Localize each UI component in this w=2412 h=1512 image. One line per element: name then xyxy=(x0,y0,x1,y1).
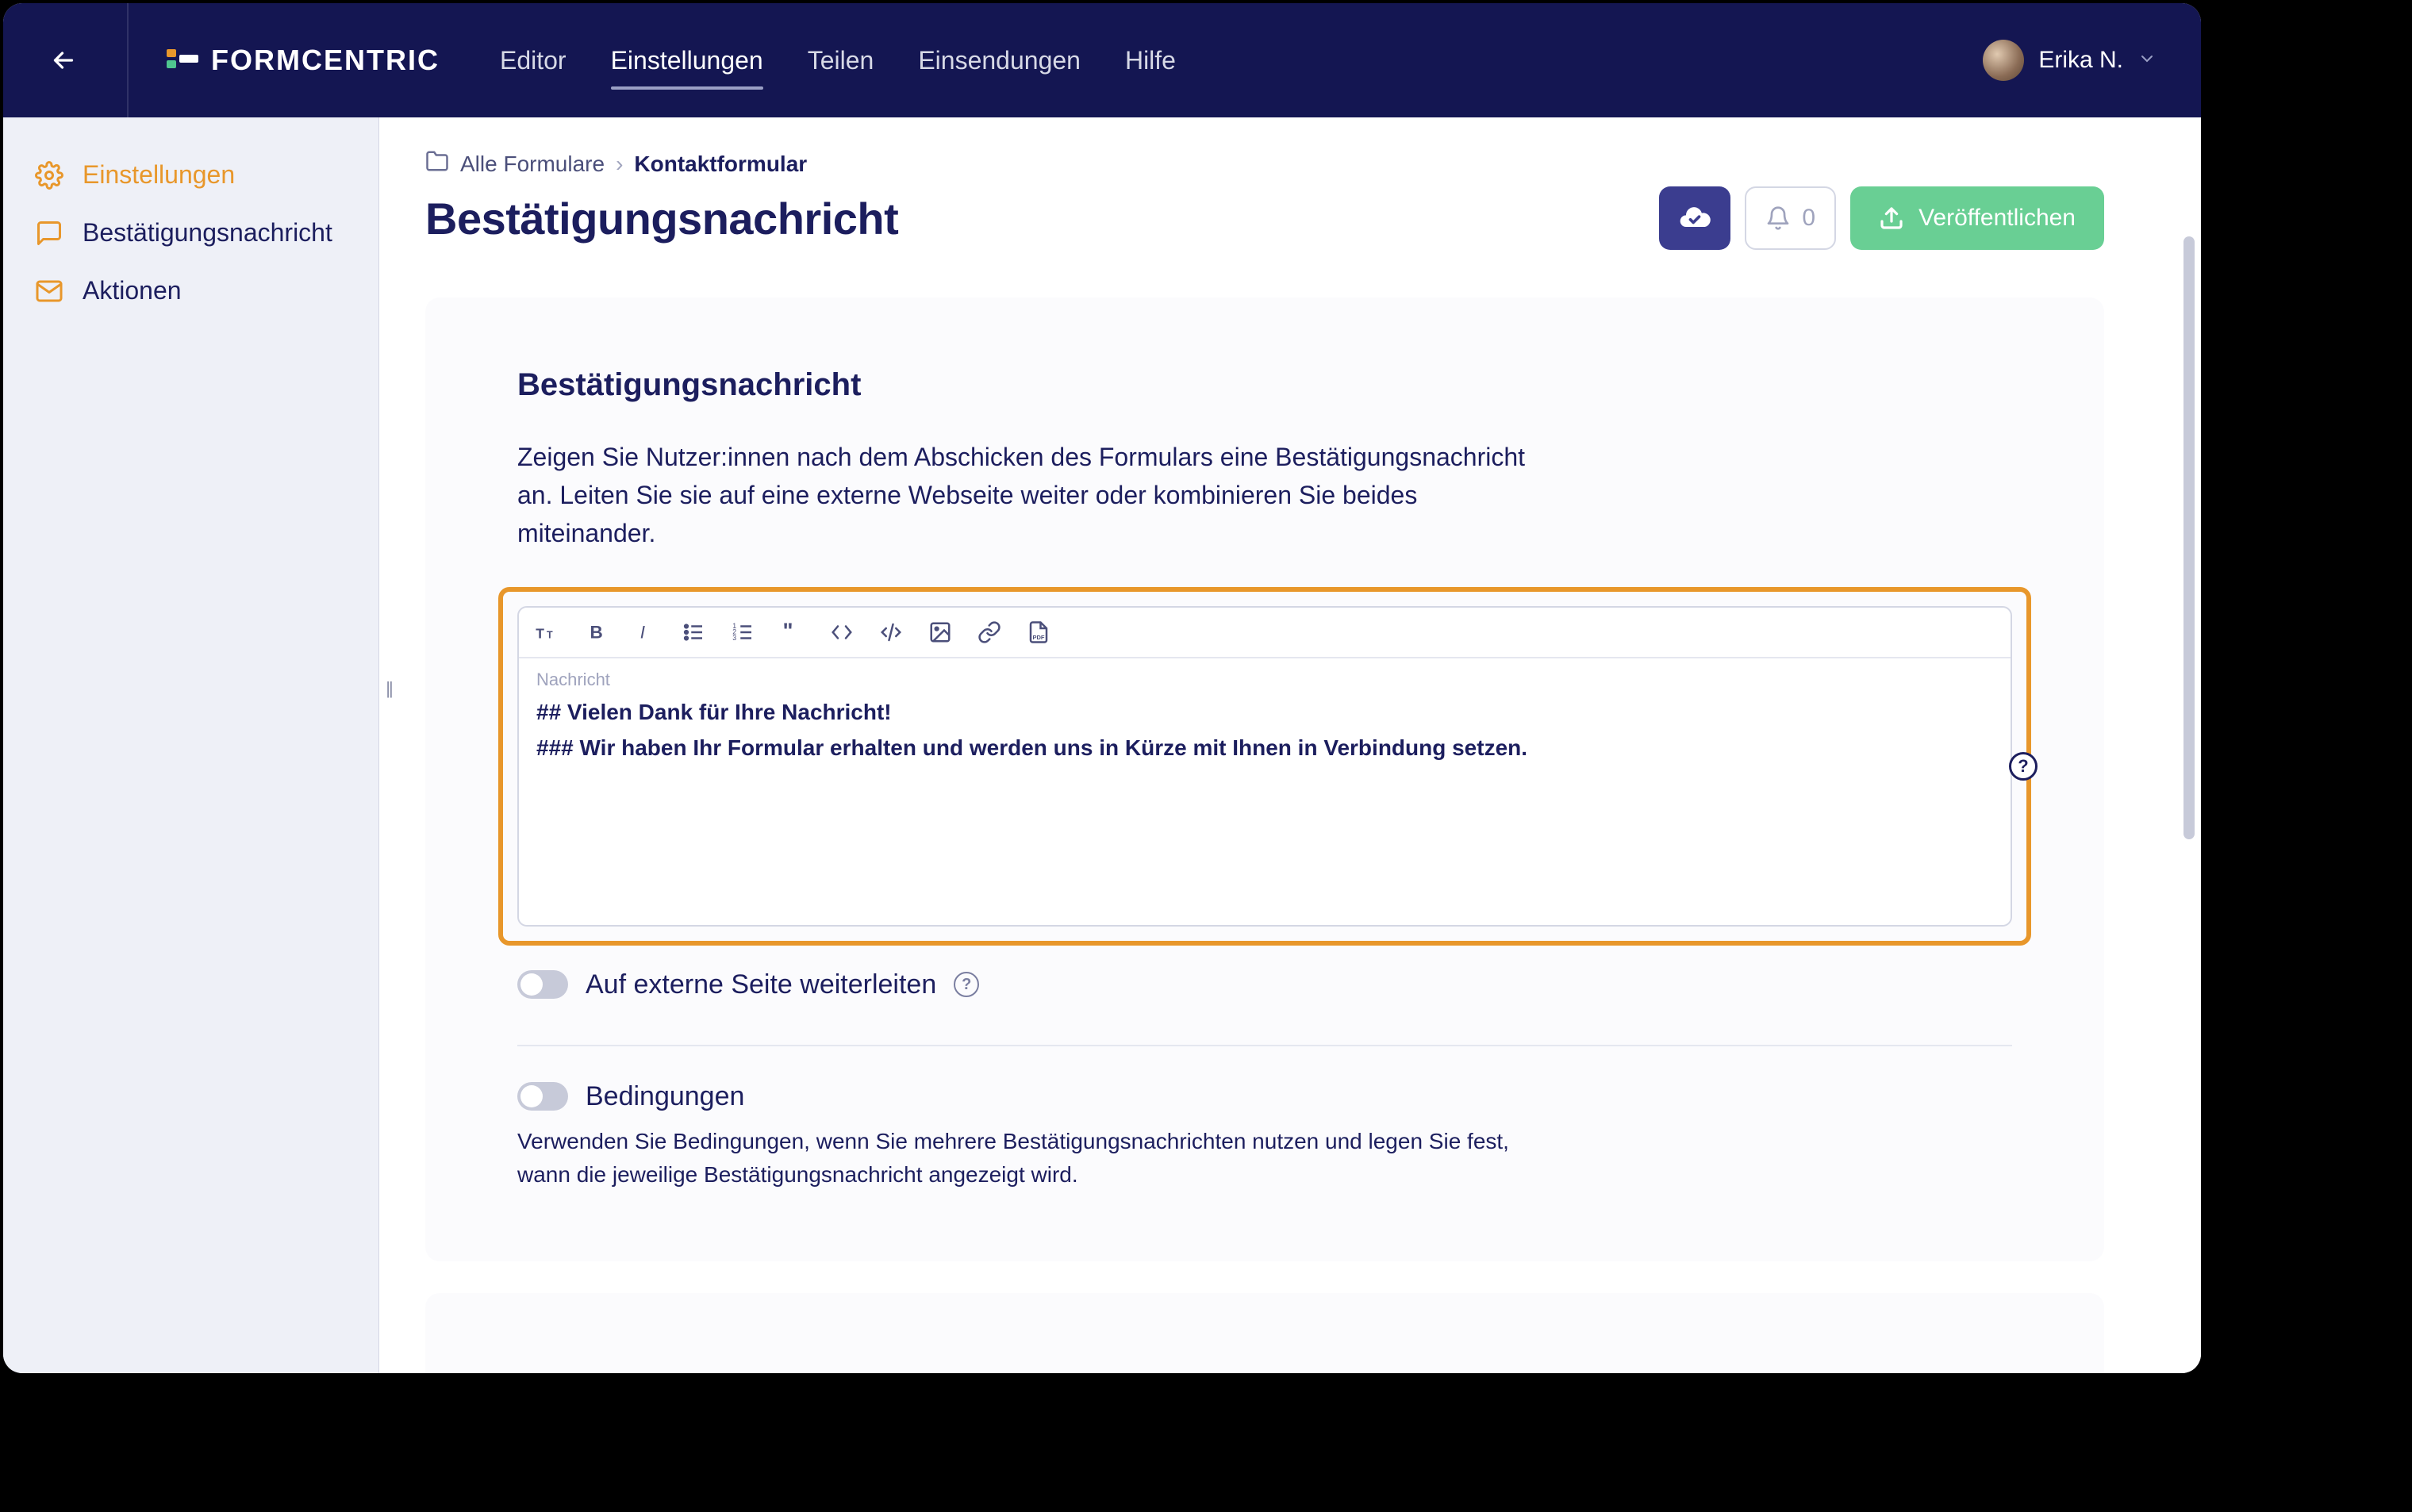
scrollbar-track xyxy=(2183,236,2196,1365)
bell-icon xyxy=(1765,205,1791,231)
sidebar-item-actions[interactable]: Aktionen xyxy=(3,262,378,320)
back-button[interactable] xyxy=(38,35,89,86)
sidebar-item-settings[interactable]: Einstellungen xyxy=(3,146,378,204)
svg-text:T: T xyxy=(536,626,544,642)
numbered-list-button[interactable]: 123 xyxy=(730,619,757,646)
quote-button[interactable]: " xyxy=(779,619,806,646)
sidebar-item-confirmation[interactable]: Bestätigungsnachricht xyxy=(3,204,378,262)
svg-text:PDF: PDF xyxy=(1033,634,1045,641)
publish-label: Veröffentlichen xyxy=(1918,205,2076,232)
main-content: Alle Formulare › Kontaktformular Bestäti… xyxy=(379,117,2201,1373)
editor-placeholder-label: Nachricht xyxy=(536,670,1993,690)
top-bar: FORMCENTRIC Editor Einstellungen Teilen … xyxy=(3,3,2201,117)
tab-help[interactable]: Hilfe xyxy=(1125,40,1176,82)
conditions-toggle-row: Bedingungen xyxy=(517,1081,2012,1112)
gear-icon xyxy=(35,161,63,190)
sidebar: Einstellungen Bestätigungsnachricht Akti… xyxy=(3,117,379,1373)
link-button[interactable] xyxy=(976,619,1003,646)
pdf-button[interactable]: PDF xyxy=(1025,619,1052,646)
svg-text:": " xyxy=(783,620,793,643)
tab-share[interactable]: Teilen xyxy=(808,40,874,82)
tab-settings[interactable]: Einstellungen xyxy=(611,40,763,82)
scrollbar-thumb[interactable] xyxy=(2183,236,2195,839)
header-row: Bestätigungsnachricht 0 Veröffentlichen xyxy=(425,186,2104,250)
conditions-toggle-label: Bedingungen xyxy=(586,1081,744,1112)
divider xyxy=(127,3,129,117)
mail-icon xyxy=(35,277,63,305)
sidebar-item-label: Aktionen xyxy=(83,276,182,305)
italic-button[interactable]: I xyxy=(632,619,659,646)
image-button[interactable] xyxy=(927,619,954,646)
notification-count: 0 xyxy=(1802,205,1815,232)
text-size-button[interactable]: TT xyxy=(533,619,560,646)
next-card xyxy=(425,1293,2104,1373)
editor-line-1: ## Vielen Dank für Ihre Nachricht! xyxy=(536,695,1993,731)
breadcrumb: Alle Formulare › Kontaktformular xyxy=(425,149,2104,178)
brand-logo[interactable]: FORMCENTRIC xyxy=(167,44,440,77)
brand-text: FORMCENTRIC xyxy=(211,44,440,77)
sidebar-item-label: Einstellungen xyxy=(83,160,235,190)
chevron-down-icon xyxy=(2137,49,2157,72)
folder-icon xyxy=(425,149,449,178)
redirect-toggle[interactable] xyxy=(517,970,568,999)
tab-editor[interactable]: Editor xyxy=(500,40,567,82)
svg-text:3: 3 xyxy=(732,634,736,642)
page-title: Bestätigungsnachricht xyxy=(425,193,898,244)
upload-icon xyxy=(1879,205,1904,231)
svg-text:T: T xyxy=(547,630,553,641)
redirect-toggle-row: Auf externe Seite weiterleiten ? xyxy=(517,969,2012,1000)
conditions-toggle[interactable] xyxy=(517,1082,568,1111)
nav-tabs: Editor Einstellungen Teilen Einsendungen… xyxy=(500,40,1176,82)
arrow-left-icon xyxy=(49,46,78,75)
sidebar-resize-handle[interactable]: || xyxy=(379,673,398,704)
breadcrumb-current: Kontaktformular xyxy=(634,152,807,177)
tab-submissions[interactable]: Einsendungen xyxy=(918,40,1081,82)
breadcrumb-link-all-forms[interactable]: Alle Formulare xyxy=(460,152,605,177)
avatar xyxy=(1983,40,2024,81)
help-icon[interactable]: ? xyxy=(954,972,979,997)
confirmation-card: Bestätigungsnachricht Zeigen Sie Nutzer:… xyxy=(425,297,2104,1261)
user-name: Erika N. xyxy=(2038,47,2123,74)
editor-toolbar: TT B I 123 " PDF xyxy=(519,608,2011,658)
cloud-check-icon xyxy=(1677,201,1712,236)
bold-button[interactable]: B xyxy=(582,619,609,646)
editor-line-2: ### Wir haben Ihr Formular erhalten und … xyxy=(536,731,1993,766)
bullet-list-button[interactable] xyxy=(681,619,708,646)
editor-highlight-frame: TT B I 123 " PDF xyxy=(498,587,2031,946)
redirect-toggle-label: Auf externe Seite weiterleiten xyxy=(586,969,936,1000)
code-block-button[interactable] xyxy=(878,619,904,646)
brand-mark-icon xyxy=(167,44,198,76)
user-menu[interactable]: Erika N. xyxy=(1983,40,2157,81)
notifications-button[interactable]: 0 xyxy=(1745,186,1836,250)
rich-text-editor: TT B I 123 " PDF xyxy=(517,606,2012,927)
svg-text:B: B xyxy=(590,623,603,643)
divider xyxy=(517,1045,2012,1046)
chevron-right-icon: › xyxy=(616,152,623,177)
editor-textarea[interactable]: Nachricht ## Vielen Dank für Ihre Nachri… xyxy=(519,658,2011,925)
conditions-description: Verwenden Sie Bedingungen, wenn Sie mehr… xyxy=(517,1125,1517,1192)
svg-text:I: I xyxy=(640,623,645,643)
save-cloud-button[interactable] xyxy=(1659,186,1730,250)
card-title: Bestätigungsnachricht xyxy=(517,367,2012,403)
sidebar-item-label: Bestätigungsnachricht xyxy=(83,218,332,248)
publish-button[interactable]: Veröffentlichen xyxy=(1850,186,2104,250)
message-icon xyxy=(35,219,63,248)
header-actions: 0 Veröffentlichen xyxy=(1659,186,2104,250)
inline-code-button[interactable] xyxy=(828,619,855,646)
body: Einstellungen Bestätigungsnachricht Akti… xyxy=(3,117,2201,1373)
card-description: Zeigen Sie Nutzer:innen nach dem Abschic… xyxy=(517,438,1538,552)
help-icon[interactable]: ? xyxy=(2009,752,2038,781)
app-window: FORMCENTRIC Editor Einstellungen Teilen … xyxy=(3,3,2201,1373)
